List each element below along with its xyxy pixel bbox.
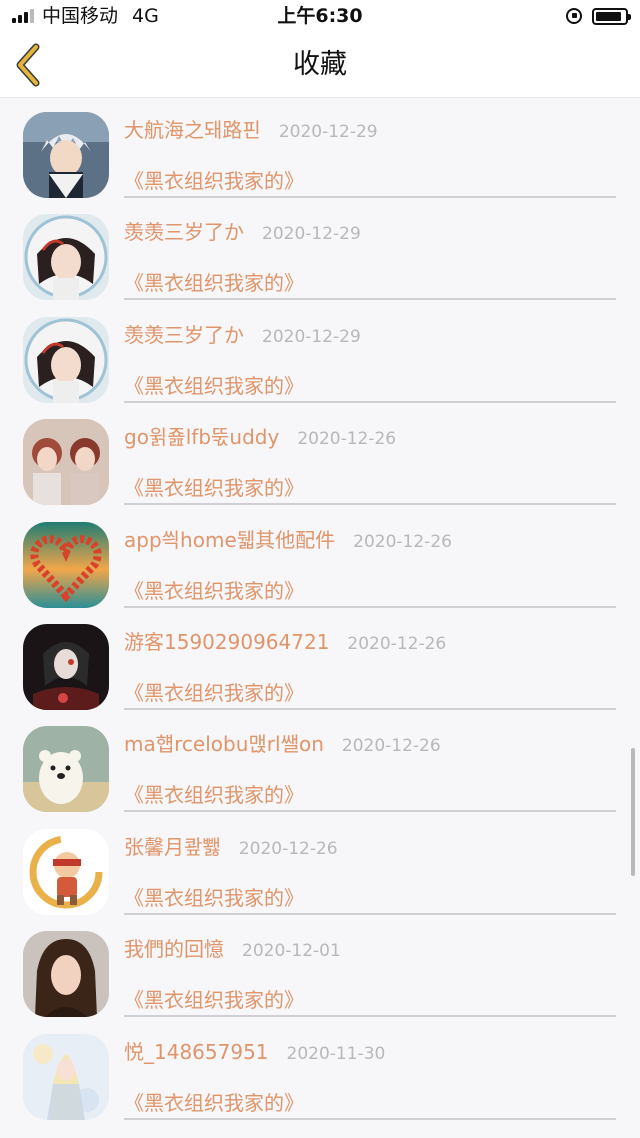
orientation-lock-icon xyxy=(566,8,582,24)
avatar[interactable] xyxy=(23,521,109,608)
favorite-list-item[interactable]: app씍home뒓其他配件 2020-12-26 《黑衣组织我家的》 xyxy=(0,509,640,611)
divider xyxy=(124,196,616,198)
favorite-date: 2020-11-30 xyxy=(286,1043,386,1064)
user-name-text: 羡羡三岁了か xyxy=(124,322,244,347)
favorite-date: 2020-12-26 xyxy=(353,531,452,552)
user-name: app씍home뒓其他配件 2020-12-26 xyxy=(124,524,452,553)
user-name-text: ma햽rcelobu맩rl쌜on xyxy=(124,732,324,757)
status-bar: 中国移动 4G 上午6:30 xyxy=(0,0,640,32)
battery-icon xyxy=(592,7,631,25)
user-name-text: go윍죮lfb뚟uddy xyxy=(124,425,280,450)
work-title-link[interactable]: 《黑衣组织我家的》 xyxy=(124,1087,304,1116)
favorite-list-item[interactable]: 我們的回憶 2020-12-01 《黑衣组织我家的》 xyxy=(0,918,640,1020)
favorite-date: 2020-12-26 xyxy=(347,633,447,654)
user-name-text: 大航海之돼路핀 xyxy=(124,118,261,142)
divider xyxy=(124,707,616,710)
favorite-date: 2020-12-29 xyxy=(262,326,361,347)
avatar[interactable] xyxy=(23,419,109,506)
avatar[interactable] xyxy=(23,623,109,710)
favorite-date: 2020-12-26 xyxy=(238,838,338,859)
user-name: ma햽rcelobu맩rl쌜on 2020-12-26 xyxy=(124,728,441,757)
work-title-link[interactable]: 《黑衣组织我家的》 xyxy=(124,677,304,706)
avatar[interactable] xyxy=(23,112,109,198)
user-name-text: 我們的回憶 xyxy=(124,937,224,962)
avatar[interactable] xyxy=(23,316,109,403)
work-title-link[interactable]: 《黑衣组织我家的》 xyxy=(124,370,304,399)
favorites-list: 大航海之돼路핀 2020-12-29 《黑衣组织我家的》 羡羡三岁了か 2020-1… xyxy=(0,99,640,1123)
scrollbar-thumb[interactable] xyxy=(631,748,635,876)
user-name: 游客1590290964721 2020-12-26 xyxy=(124,626,446,655)
user-name-text: 悦_148657951 xyxy=(124,1039,269,1064)
avatar[interactable] xyxy=(23,214,109,301)
avatar[interactable] xyxy=(23,828,109,915)
status-right xyxy=(566,0,631,32)
avatar[interactable] xyxy=(23,1033,109,1120)
divider xyxy=(124,810,616,813)
divider xyxy=(124,298,616,301)
favorite-date: 2020-12-26 xyxy=(341,736,441,757)
divider xyxy=(124,605,616,608)
work-title-link[interactable]: 《黑衣组织我家的》 xyxy=(124,984,304,1013)
favorite-date: 2020-12-26 xyxy=(297,429,397,450)
favorite-date: 2020-12-29 xyxy=(262,224,361,245)
work-title-link[interactable]: 《黑衣组织我家的》 xyxy=(124,779,304,808)
status-time: 上午6:30 xyxy=(277,5,363,27)
user-name: 我們的回憶 2020-12-01 xyxy=(124,933,341,962)
favorite-list-item[interactable]: 羡羡三岁了か 2020-12-29 《黑衣组织我家的》 xyxy=(0,304,640,406)
work-title-link[interactable]: 《黑衣组织我家的》 xyxy=(124,882,304,911)
favorite-list-item[interactable]: ma햽rcelobu맩rl쌜on 2020-12-26 《黑衣组织我家的》 xyxy=(0,713,640,815)
favorite-list-item[interactable]: 悦_148657951 2020-11-30 《黑衣组织我家的》 xyxy=(0,1021,640,1123)
user-name-text: 羡羡三岁了か xyxy=(124,220,244,245)
avatar[interactable] xyxy=(23,931,109,1018)
divider xyxy=(124,1015,616,1018)
favorite-list-item[interactable]: go윍죮lfb뚟uddy 2020-12-26 《黑衣组织我家的》 xyxy=(0,406,640,508)
user-name: 张馨月쾊뾇 2020-12-26 xyxy=(124,831,338,860)
favorite-date: 2020-12-01 xyxy=(242,941,341,962)
favorite-list-item[interactable]: 大航海之돼路핀 2020-12-29 《黑衣组织我家的》 xyxy=(0,99,640,201)
favorite-date: 2020-12-29 xyxy=(278,122,378,142)
divider xyxy=(124,1117,616,1120)
work-title-link[interactable]: 《黑衣组织我家的》 xyxy=(124,165,304,194)
divider xyxy=(124,400,616,403)
favorites-screen: 中国移动 4G 上午6:30 收藏 大航海之돼路핀 2020-12-29 《黑衣组… xyxy=(0,0,640,1138)
user-name-text: app씍home뒓其他配件 xyxy=(124,527,336,552)
user-name: 羡羡三岁了か 2020-12-29 xyxy=(124,319,361,348)
page-title: 收藏 xyxy=(293,49,347,80)
user-name: go윍죮lfb뚟uddy 2020-12-26 xyxy=(124,421,396,450)
user-name: 羡羡三岁了か 2020-12-29 xyxy=(124,216,361,245)
user-name-text: 张馨月쾊뾇 xyxy=(124,834,221,859)
work-title-link[interactable]: 《黑衣组织我家的》 xyxy=(124,575,304,604)
work-title-link[interactable]: 《黑衣组织我家的》 xyxy=(124,472,304,501)
nav-bar: 收藏 xyxy=(0,32,640,98)
avatar[interactable] xyxy=(23,726,109,813)
user-name-text: 游客1590290964721 xyxy=(124,629,330,654)
favorite-list-item[interactable]: 羡羡三岁了か 2020-12-29 《黑衣组织我家的》 xyxy=(0,201,640,303)
user-name: 悦_148657951 2020-11-30 xyxy=(124,1036,385,1065)
user-name: 大航海之돼路핀 2020-12-29 xyxy=(124,114,378,143)
favorite-list-item[interactable]: 张馨月쾊뾇 2020-12-26 《黑衣组织我家的》 xyxy=(0,816,640,918)
work-title-link[interactable]: 《黑衣组织我家的》 xyxy=(124,267,304,296)
divider xyxy=(124,912,616,915)
battery-fill xyxy=(596,11,622,21)
divider xyxy=(124,503,616,506)
favorite-list-item[interactable]: 游客1590290964721 2020-12-26 《黑衣组织我家的》 xyxy=(0,611,640,713)
